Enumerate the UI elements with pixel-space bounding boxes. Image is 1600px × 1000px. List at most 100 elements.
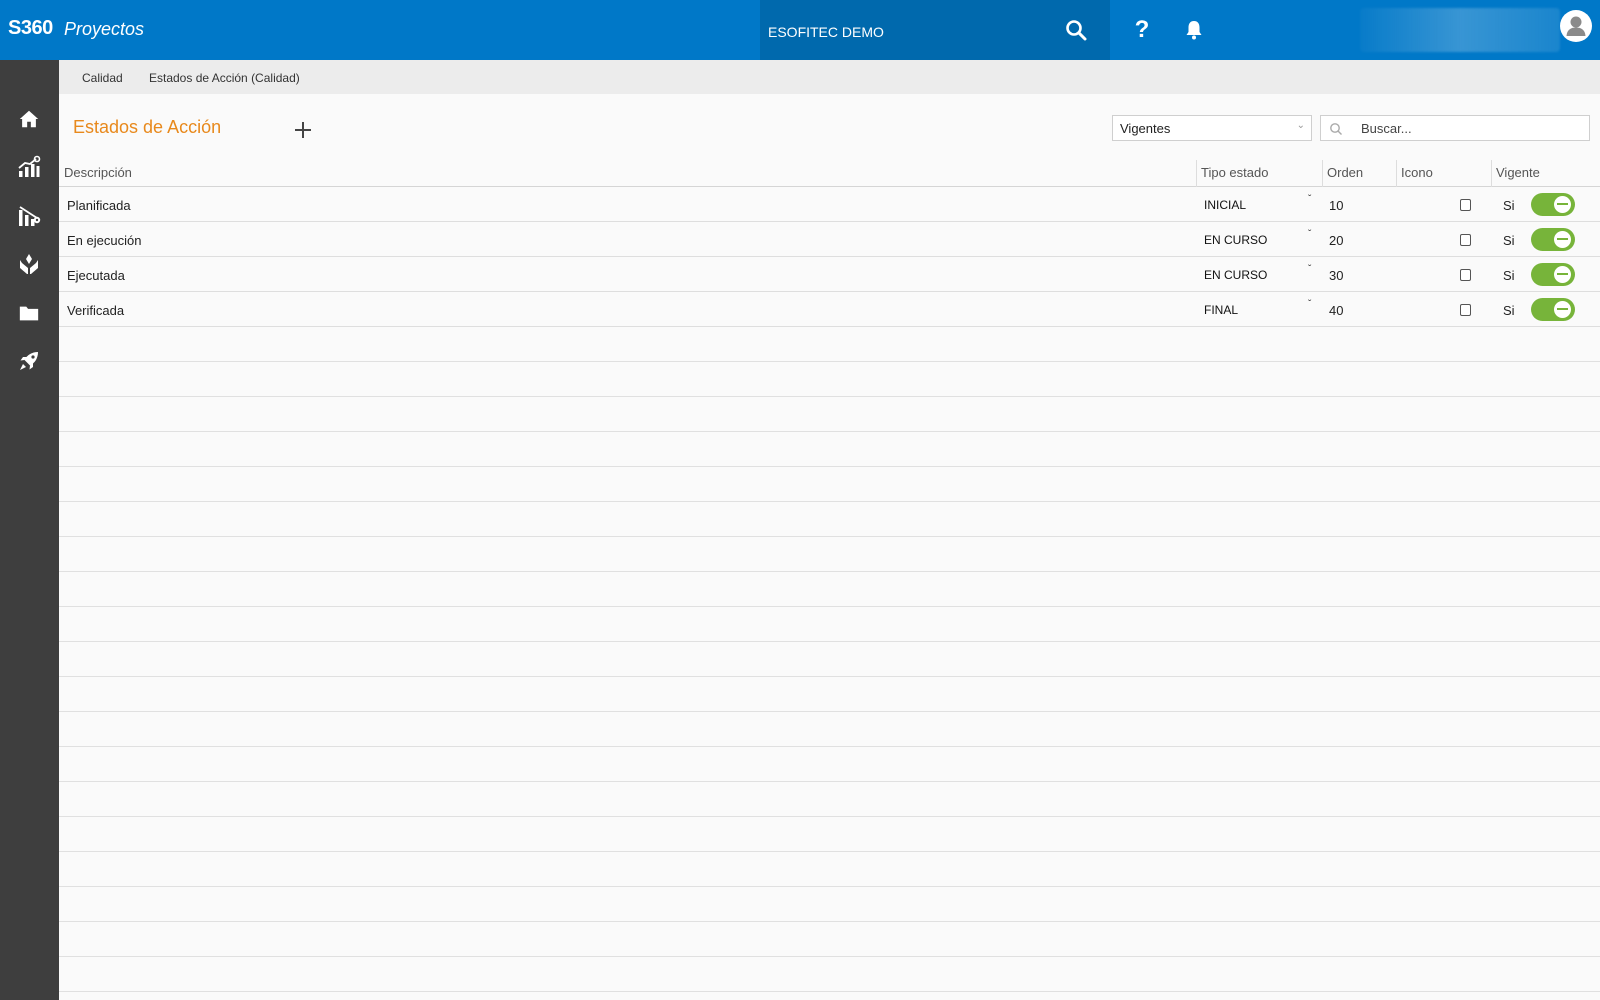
table-row[interactable]: Planificada INICIAL ˇ 10 Si <box>59 187 1600 222</box>
order-cell: 30 <box>1329 268 1344 283</box>
empty-rows <box>59 327 1600 992</box>
chevron-down-icon: ⌄ <box>1296 120 1305 131</box>
empty-row <box>59 817 1600 852</box>
search-icon[interactable] <box>1064 18 1088 42</box>
chevron-down-icon[interactable]: ˇ <box>1308 229 1311 240</box>
chart-bars-icon <box>19 206 41 226</box>
company-selector[interactable]: ESOFITEC DEMO <box>760 0 1110 60</box>
empty-row <box>59 852 1600 887</box>
empty-row <box>59 887 1600 922</box>
breadcrumb-item-action-states[interactable]: Estados de Acción (Calidad) <box>149 71 300 85</box>
status-type-select[interactable]: EN CURSO <box>1204 233 1267 247</box>
empty-row <box>59 922 1600 957</box>
column-header-description[interactable]: Descripción <box>64 165 132 180</box>
avatar[interactable] <box>1560 10 1592 42</box>
bell-icon[interactable] <box>1182 18 1206 42</box>
description-cell: En ejecución <box>67 233 142 248</box>
empty-row <box>59 712 1600 747</box>
sidebar-item-documents[interactable] <box>14 298 44 328</box>
column-header-order[interactable]: Orden <box>1327 165 1363 180</box>
empty-row <box>59 327 1600 362</box>
icon-checkbox[interactable] <box>1460 199 1471 211</box>
status-filter-select[interactable]: Vigentes ⌄ <box>1112 115 1312 141</box>
empty-row <box>59 747 1600 782</box>
description-cell: Verificada <box>67 303 125 318</box>
order-cell: 20 <box>1329 233 1344 248</box>
chevron-down-icon[interactable]: ˇ <box>1308 264 1311 275</box>
active-toggle[interactable] <box>1531 228 1575 251</box>
page-title: Estados de Acción <box>73 117 222 137</box>
icon-checkbox[interactable] <box>1460 269 1471 281</box>
empty-row <box>59 642 1600 677</box>
sidebar <box>0 60 59 1000</box>
search-icon <box>1330 123 1342 135</box>
empty-row <box>59 537 1600 572</box>
empty-row <box>59 677 1600 712</box>
active-toggle[interactable] <box>1531 193 1575 216</box>
app-name: Proyectos <box>64 19 145 39</box>
empty-row <box>59 362 1600 397</box>
brand-logo[interactable]: S360 <box>8 17 53 40</box>
user-name-blurred[interactable] <box>1360 8 1560 52</box>
column-divider <box>1491 160 1492 187</box>
action-states-table: Descripción Tipo estado Orden Icono Vige… <box>59 160 1600 992</box>
empty-row <box>59 432 1600 467</box>
empty-row <box>59 502 1600 537</box>
rocket-icon <box>20 352 38 370</box>
icon-checkbox[interactable] <box>1460 304 1471 316</box>
column-header-status-type[interactable]: Tipo estado <box>1201 165 1268 180</box>
column-header-active[interactable]: Vigente <box>1496 165 1540 180</box>
active-label: Si <box>1503 233 1515 248</box>
order-cell: 10 <box>1329 198 1344 213</box>
user-icon <box>1566 16 1586 36</box>
icon-checkbox[interactable] <box>1460 234 1471 246</box>
description-cell: Ejecutada <box>67 268 125 283</box>
folder-icon <box>19 306 39 321</box>
toggle-knob <box>1554 196 1571 213</box>
status-type-select[interactable]: INICIAL <box>1204 198 1246 212</box>
status-type-select[interactable]: EN CURSO <box>1204 268 1267 282</box>
breadcrumb-item-quality[interactable]: Calidad <box>82 71 123 85</box>
empty-row <box>59 572 1600 607</box>
status-type-select[interactable]: FINAL <box>1204 303 1238 317</box>
toggle-knob <box>1554 301 1571 318</box>
add-button[interactable] <box>291 118 315 142</box>
table-row[interactable]: En ejecución EN CURSO ˇ 20 Si <box>59 222 1600 257</box>
table-header: Descripción Tipo estado Orden Icono Vige… <box>59 160 1600 187</box>
toggle-knob <box>1554 231 1571 248</box>
chart-growth-icon <box>18 155 41 177</box>
sidebar-item-projects[interactable] <box>14 346 44 376</box>
column-divider <box>1196 160 1197 187</box>
sidebar-item-indicators[interactable] <box>14 152 44 182</box>
chevron-down-icon[interactable]: ˇ <box>1308 299 1311 310</box>
toggle-knob <box>1554 266 1571 283</box>
help-icon[interactable]: ? <box>1130 16 1154 44</box>
table-row[interactable]: Verificada FINAL ˇ 40 Si <box>59 292 1600 327</box>
column-divider <box>1396 160 1397 187</box>
active-toggle[interactable] <box>1531 298 1575 321</box>
column-header-icon[interactable]: Icono <box>1401 165 1433 180</box>
empty-row <box>59 607 1600 642</box>
company-name: ESOFITEC DEMO <box>768 24 884 40</box>
search-box <box>1320 115 1590 141</box>
empty-row <box>59 957 1600 992</box>
active-label: Si <box>1503 303 1515 318</box>
empty-row <box>59 467 1600 502</box>
column-divider <box>1322 160 1323 187</box>
active-label: Si <box>1503 198 1515 213</box>
description-cell: Planificada <box>67 198 131 213</box>
empty-row <box>59 397 1600 432</box>
search-input[interactable] <box>1361 119 1581 137</box>
empty-row <box>59 782 1600 817</box>
table-row[interactable]: Ejecutada EN CURSO ˇ 30 Si <box>59 257 1600 292</box>
breadcrumb: Calidad Estados de Acción (Calidad) <box>59 60 1600 94</box>
chevron-down-icon[interactable]: ˇ <box>1308 194 1311 205</box>
top-bar: S360 Proyectos ESOFITEC DEMO ? <box>0 0 1600 60</box>
status-filter-value: Vigentes <box>1120 121 1171 136</box>
sidebar-item-reports[interactable] <box>14 201 44 231</box>
sidebar-item-quality[interactable] <box>14 249 44 279</box>
sidebar-item-home[interactable] <box>14 104 44 134</box>
active-toggle[interactable] <box>1531 263 1575 286</box>
order-cell: 40 <box>1329 303 1344 318</box>
home-icon <box>19 110 39 128</box>
